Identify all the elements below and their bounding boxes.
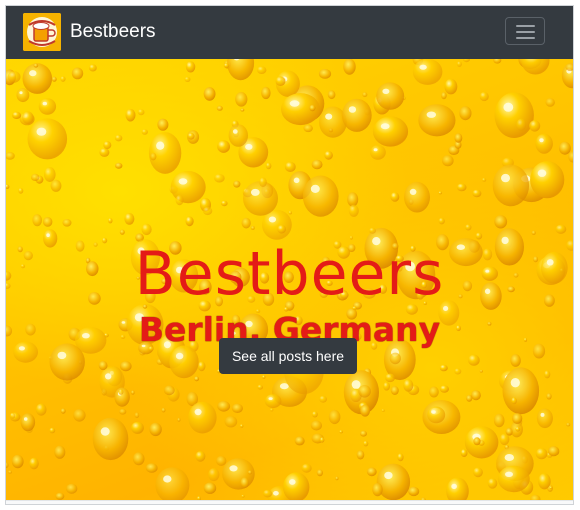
brand-logo-icon[interactable] xyxy=(23,13,61,51)
page-bottom-edge xyxy=(6,500,573,504)
top-navbar: Bestbeers xyxy=(6,6,573,59)
see-all-posts-button[interactable]: See all posts here xyxy=(219,338,357,374)
hero-title: Bestbeers xyxy=(134,239,445,310)
navbar-brand[interactable]: Bestbeers xyxy=(70,21,156,43)
menu-toggle-button[interactable] xyxy=(505,17,545,45)
browser-viewport: Bestbeers Bestbeers Berlin, Germany See … xyxy=(5,5,574,505)
hero-banner: Bestbeers Berlin, Germany See all posts … xyxy=(6,59,573,500)
